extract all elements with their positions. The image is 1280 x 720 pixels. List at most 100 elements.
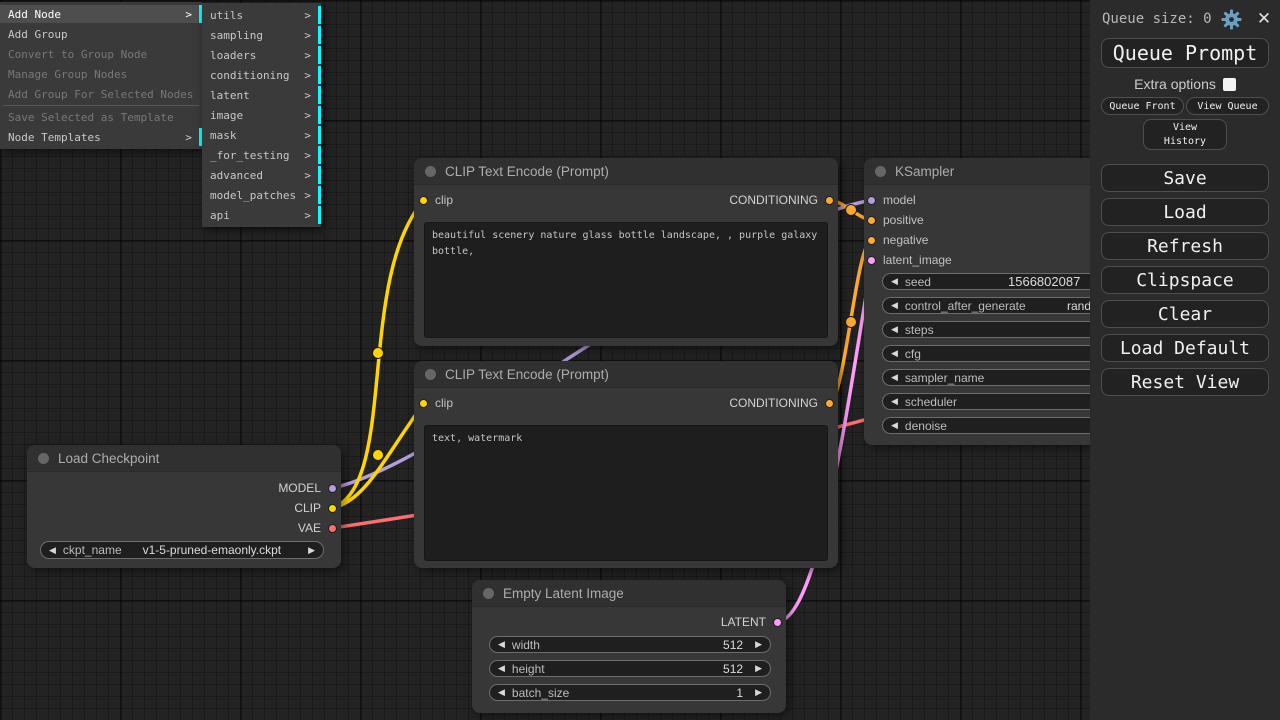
node-title-bar[interactable]: Load Checkpoint — [27, 445, 341, 472]
input-port-clip[interactable]: clip — [419, 193, 453, 207]
port-dot-conditioning[interactable] — [867, 236, 876, 245]
decrement-arrow-icon[interactable]: ◀ — [498, 664, 505, 673]
submenu-item-conditioning[interactable]: conditioning> — [202, 66, 321, 84]
link-midpoint-dot[interactable] — [373, 348, 384, 359]
port-dot-clip[interactable] — [419, 399, 428, 408]
extra-options-checkbox[interactable] — [1223, 78, 1236, 91]
submenu-item-latent[interactable]: latent> — [202, 86, 321, 104]
output-port-conditioning[interactable]: CONDITIONING — [729, 193, 834, 207]
submenu-arrow-icon: > — [304, 9, 311, 22]
node-load-checkpoint[interactable]: Load Checkpoint MODEL CLIP VAE ◀ ckpt_na… — [27, 445, 341, 568]
node-title-bar[interactable]: CLIP Text Encode (Prompt) — [414, 361, 838, 388]
menu-item-add-group[interactable]: Add Group — [0, 25, 202, 43]
input-port-positive[interactable]: positive — [867, 213, 924, 227]
widget-width[interactable]: ◀ width 512 ▶ — [489, 636, 771, 653]
collapse-dot-icon[interactable] — [425, 369, 436, 380]
view-queue-button[interactable]: View Queue — [1186, 97, 1269, 115]
link-midpoint-dot[interactable] — [373, 450, 384, 461]
settings-gear-icon[interactable] — [1221, 9, 1242, 30]
port-dot-conditioning[interactable] — [867, 216, 876, 225]
save-button[interactable]: Save — [1101, 164, 1269, 192]
reset-view-button[interactable]: Reset View — [1101, 368, 1269, 396]
prompt-textarea[interactable]: text, watermark — [424, 425, 828, 561]
view-history-button[interactable]: View History — [1143, 119, 1227, 150]
input-port-negative[interactable]: negative — [867, 233, 928, 247]
increment-arrow-icon[interactable]: ▶ — [755, 688, 762, 697]
decrement-arrow-icon[interactable]: ◀ — [891, 349, 898, 358]
submenu-item-for_testing[interactable]: _for_testing> — [202, 146, 321, 164]
queue-prompt-button[interactable]: Queue Prompt — [1101, 38, 1269, 68]
clear-button[interactable]: Clear — [1101, 300, 1269, 328]
decrement-arrow-icon[interactable]: ◀ — [498, 688, 505, 697]
input-port-clip[interactable]: clip — [419, 396, 453, 410]
node-title-bar[interactable]: Empty Latent Image — [472, 580, 786, 607]
widget-batch-size[interactable]: ◀ batch_size 1 ▶ — [489, 684, 771, 701]
increment-arrow-icon[interactable]: ▶ — [308, 546, 315, 555]
submenu-item-loaders[interactable]: loaders> — [202, 46, 321, 64]
output-port-clip[interactable]: CLIP — [294, 501, 337, 515]
port-dot-model[interactable] — [867, 196, 876, 205]
decrement-arrow-icon[interactable]: ◀ — [49, 546, 56, 555]
port-dot-conditioning[interactable] — [825, 196, 834, 205]
decrement-arrow-icon[interactable]: ◀ — [891, 397, 898, 406]
node-title: CLIP Text Encode (Prompt) — [445, 367, 609, 382]
input-port-model[interactable]: model — [867, 193, 916, 207]
port-dot-clip[interactable] — [328, 504, 337, 513]
close-menu-icon[interactable]: ✕ — [1253, 8, 1275, 30]
node-clip-text-encode-1[interactable]: CLIP Text Encode (Prompt) clip CONDITION… — [414, 158, 838, 346]
widget-ckpt-name[interactable]: ◀ ckpt_name v1-5-pruned-emaonly.ckpt ▶ — [40, 541, 324, 559]
widget-height[interactable]: ◀ height 512 ▶ — [489, 660, 771, 677]
port-dot-vae[interactable] — [328, 524, 337, 533]
port-dot-latent[interactable] — [773, 618, 782, 627]
collapse-dot-icon[interactable] — [38, 453, 49, 464]
decrement-arrow-icon[interactable]: ◀ — [891, 421, 898, 430]
menu-item-add-node[interactable]: Add Node > — [0, 5, 202, 23]
prompt-textarea[interactable]: beautiful scenery nature glass bottle la… — [424, 222, 828, 338]
increment-arrow-icon[interactable]: ▶ — [755, 664, 762, 673]
submenu-item-sampling[interactable]: sampling> — [202, 26, 321, 44]
increment-arrow-icon[interactable]: ▶ — [755, 640, 762, 649]
decrement-arrow-icon[interactable]: ◀ — [891, 325, 898, 334]
port-dot-latent[interactable] — [867, 256, 876, 265]
collapse-dot-icon[interactable] — [425, 166, 436, 177]
submenu-item-label: sampling — [210, 29, 263, 42]
decrement-arrow-icon[interactable]: ◀ — [891, 373, 898, 382]
node-clip-text-encode-2[interactable]: CLIP Text Encode (Prompt) clip CONDITION… — [414, 361, 838, 568]
menu-item-convert-to-group-node[interactable]: Convert to Group Node — [0, 45, 202, 63]
clipspace-button[interactable]: Clipspace — [1101, 266, 1269, 294]
menu-item-save-selected-as-template[interactable]: Save Selected as Template — [0, 108, 202, 126]
load-button[interactable]: Load — [1101, 198, 1269, 226]
queue-front-button[interactable]: Queue Front — [1101, 97, 1184, 115]
menu-item-node-templates[interactable]: Node Templates > — [0, 128, 202, 146]
collapse-dot-icon[interactable] — [875, 166, 886, 177]
node-title-bar[interactable]: CLIP Text Encode (Prompt) — [414, 158, 838, 185]
node-empty-latent-image[interactable]: Empty Latent Image LATENT ◀ width 512 ▶ … — [472, 580, 786, 713]
submenu-item-label: advanced — [210, 169, 263, 182]
submenu-item-image[interactable]: image> — [202, 106, 321, 124]
link-midpoint-dot[interactable] — [846, 205, 857, 216]
submenu-item-api[interactable]: api> — [202, 206, 321, 224]
decrement-arrow-icon[interactable]: ◀ — [891, 277, 898, 286]
port-label: CONDITIONING — [729, 396, 818, 410]
port-dot-clip[interactable] — [419, 196, 428, 205]
port-dot-model[interactable] — [328, 484, 337, 493]
output-port-model[interactable]: MODEL — [278, 481, 337, 495]
port-dot-conditioning[interactable] — [825, 399, 834, 408]
submenu-item-model_patches[interactable]: model_patches> — [202, 186, 321, 204]
output-port-conditioning[interactable]: CONDITIONING — [729, 396, 834, 410]
collapse-dot-icon[interactable] — [483, 588, 494, 599]
input-port-latent-image[interactable]: latent_image — [867, 253, 952, 267]
submenu-item-advanced[interactable]: advanced> — [202, 166, 321, 184]
menu-item-add-group-for-selected-nodes[interactable]: Add Group For Selected Nodes — [0, 85, 202, 103]
submenu-item-utils[interactable]: utils> — [202, 6, 321, 24]
view-history-label: View — [1173, 121, 1197, 135]
decrement-arrow-icon[interactable]: ◀ — [498, 640, 505, 649]
output-port-latent[interactable]: LATENT — [721, 615, 782, 629]
link-midpoint-dot[interactable] — [846, 317, 857, 328]
menu-item-manage-group-nodes[interactable]: Manage Group Nodes — [0, 65, 202, 83]
refresh-button[interactable]: Refresh — [1101, 232, 1269, 260]
output-port-vae[interactable]: VAE — [298, 521, 337, 535]
load-default-button[interactable]: Load Default — [1101, 334, 1269, 362]
submenu-item-mask[interactable]: mask> — [202, 126, 321, 144]
decrement-arrow-icon[interactable]: ◀ — [891, 301, 898, 310]
